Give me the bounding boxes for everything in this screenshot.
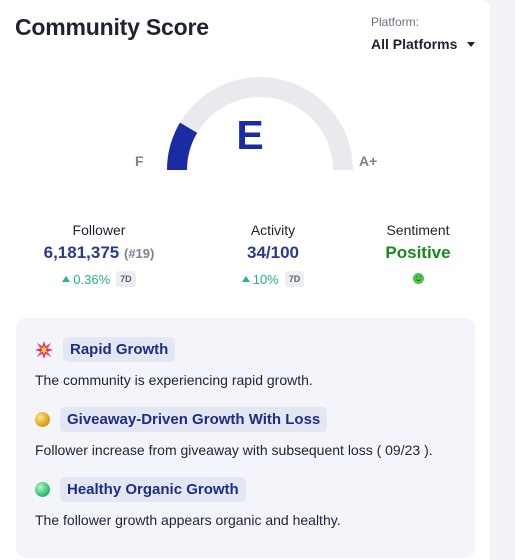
insight-header: Giveaway-Driven Growth With Loss — [35, 407, 433, 432]
arrow-up-icon — [62, 276, 71, 282]
gauge-fill — [167, 122, 198, 171]
insight-item: Rapid Growth The community is experienci… — [35, 337, 313, 388]
platform-label: Platform: — [371, 15, 420, 29]
gauge-max-label: A+ — [359, 153, 378, 169]
insight-header: Healthy Organic Growth — [35, 477, 341, 502]
arrow-up-icon — [241, 276, 250, 282]
insight-description: The follower growth appears organic and … — [35, 512, 341, 528]
activity-period-badge: 7D — [284, 271, 305, 287]
insight-title: Giveaway-Driven Growth With Loss — [60, 407, 328, 432]
platform-dropdown[interactable]: All Platforms — [371, 36, 476, 52]
insight-header: Rapid Growth — [35, 337, 313, 362]
sentiment-value: Positive — [385, 243, 451, 262]
activity-value: 34/100 — [247, 243, 299, 262]
insights-panel: Rapid Growth The community is experienci… — [16, 318, 475, 558]
gauge-min-label: F — [135, 153, 144, 169]
follower-count: 6,181,375 — [43, 243, 120, 262]
insight-title: Rapid Growth — [63, 337, 176, 362]
insight-title: Healthy Organic Growth — [60, 477, 246, 502]
insight-item: Healthy Organic Growth The follower grow… — [35, 477, 341, 528]
platform-value: All Platforms — [371, 36, 458, 52]
activity-change: 10% — [241, 271, 279, 287]
follower-rank: (#19) — [124, 246, 155, 261]
caret-down-icon — [467, 42, 476, 47]
follower-change: 0.36% — [62, 272, 110, 287]
follower-change-value: 0.36% — [73, 271, 111, 287]
follower-stat: Follower 6,181,375 (#19) 0.36% 7D — [36, 222, 162, 287]
yellow-ball-icon — [35, 412, 50, 427]
insight-description: Follower increase from giveaway with sub… — [35, 442, 433, 458]
sentiment-stat: Sentiment Positive — [373, 222, 463, 284]
activity-label: Activity — [250, 222, 296, 238]
green-ball-icon — [35, 482, 50, 497]
follower-value-row: 6,181,375 (#19) — [36, 243, 162, 263]
follower-change-row: 0.36% 7D — [36, 271, 162, 287]
activity-change-value: 10% — [252, 271, 279, 287]
insight-item: Giveaway-Driven Growth With Loss Followe… — [35, 407, 433, 458]
follower-label: Follower — [72, 222, 126, 238]
smiley-icon — [412, 273, 424, 284]
activity-stat: Activity 34/100 10% 7D — [223, 222, 323, 287]
community-score-card: Community Score Platform: All Platforms … — [0, 0, 490, 560]
activity-change-row: 10% 7D — [223, 271, 323, 287]
follower-period-badge: 7D — [116, 271, 136, 287]
insight-description: The community is experiencing rapid grow… — [35, 372, 313, 388]
card-title: Community Score — [15, 14, 209, 40]
burst-icon — [35, 340, 53, 359]
sentiment-label: Sentiment — [386, 222, 450, 238]
score-grade: E — [236, 112, 264, 158]
